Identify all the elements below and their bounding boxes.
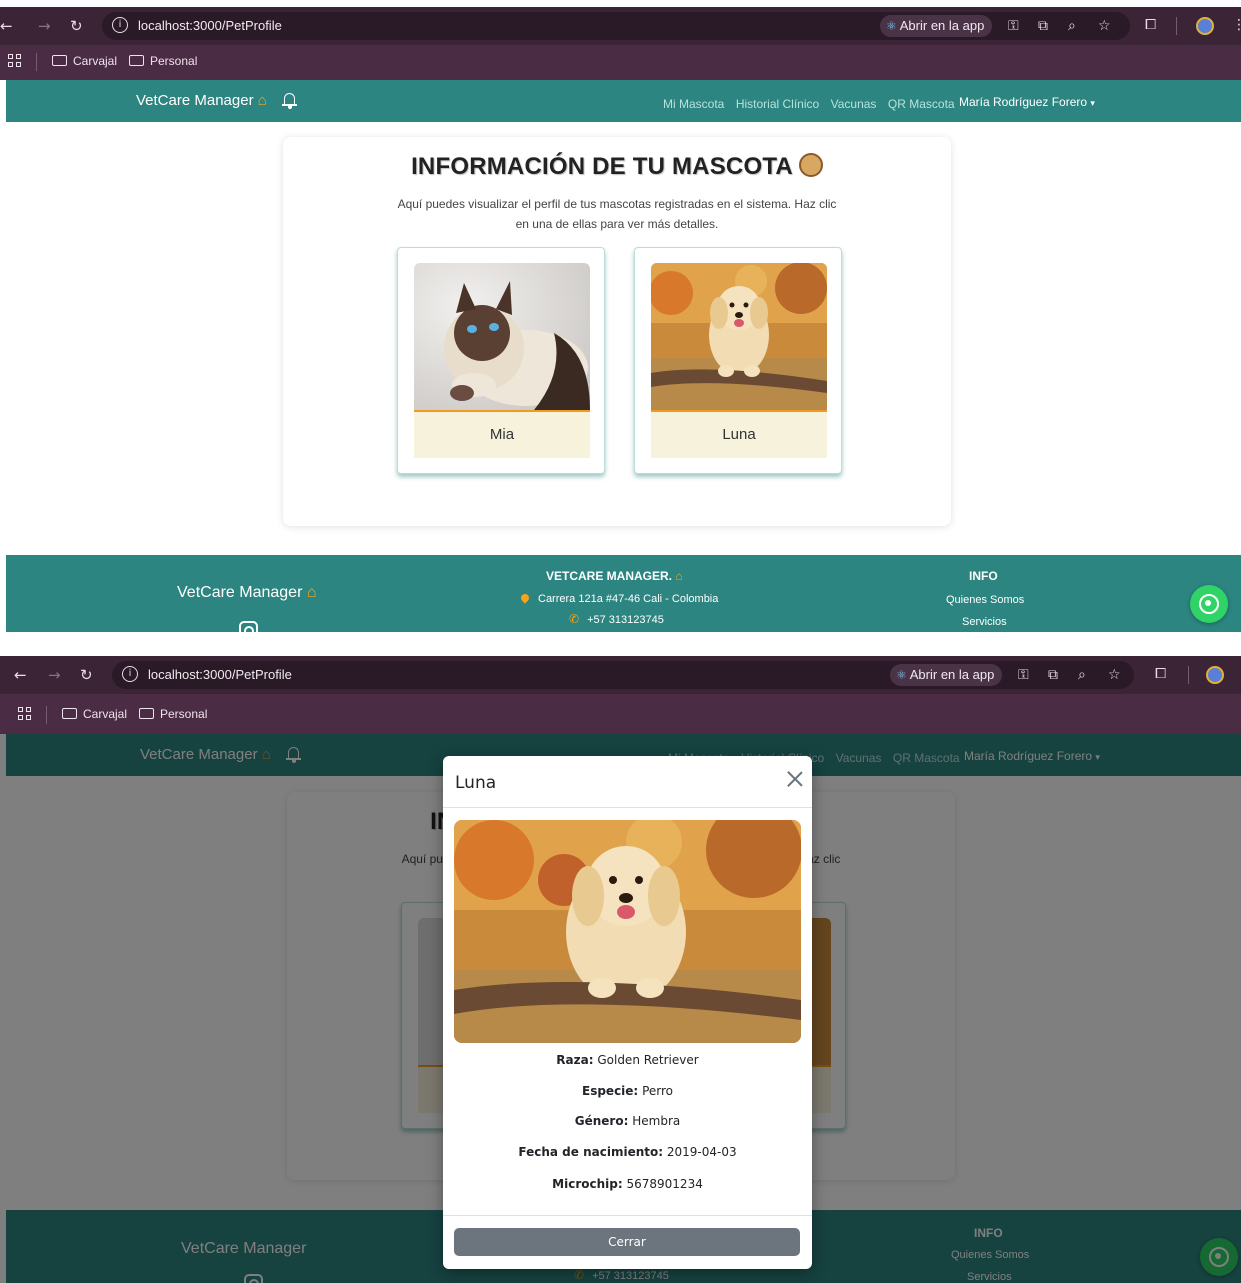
pet-name-mia: Mia xyxy=(489,426,515,443)
bookmark-star-icon[interactable]: ☆ xyxy=(1098,18,1111,34)
footer-phone: ✆+57 313123745 xyxy=(569,612,664,626)
bookmarks-divider xyxy=(36,53,37,71)
pet-name-luna: Luna xyxy=(722,426,756,443)
extensions-icon[interactable]: ⧠ xyxy=(1145,17,1156,33)
footer-link-servicios[interactable]: Servicios xyxy=(962,616,1007,628)
url-text: localhost:3000/PetProfile xyxy=(148,667,292,682)
toolbar-divider xyxy=(1176,17,1177,35)
react-icon: ⚛ xyxy=(886,19,897,33)
footer-company-title: VETCARE MANAGER. ⌂ xyxy=(546,569,683,583)
open-in-app-button[interactable]: ⚛ Abrir en la app xyxy=(880,15,993,37)
forward-icon[interactable]: → xyxy=(48,666,61,684)
instagram-icon[interactable] xyxy=(239,621,258,632)
dog-house-icon: ⌂ xyxy=(306,584,317,601)
detail-breed: Raza: Golden Retriever xyxy=(556,1053,699,1067)
modal-pet-photo xyxy=(454,820,801,1043)
footer-address: Carrera 121a #47-46 Cali - Colombia xyxy=(519,592,718,605)
modal-header: Luna xyxy=(443,756,812,808)
page-description: Aquí puedes visualizar el perfil de tus … xyxy=(397,197,837,231)
profile-avatar-icon[interactable] xyxy=(1196,17,1214,35)
translate-icon[interactable]: ⧉ xyxy=(1038,18,1048,34)
reload-icon[interactable]: ↻ xyxy=(80,666,93,684)
profile-avatar-icon[interactable] xyxy=(1206,666,1224,684)
folder-icon xyxy=(52,55,67,66)
apps-grid-icon[interactable] xyxy=(18,707,32,721)
bookmarks-bar: Carvajal Personal xyxy=(0,45,1241,80)
dog-house-icon: ⌂ xyxy=(675,569,683,583)
pet-info-card: INFORMACIÓN DE TU MASCOTA Aquí puedes vi… xyxy=(283,137,951,526)
nav-brand[interactable]: VetCare Manager ⌂ xyxy=(136,92,267,109)
whatsapp-icon[interactable] xyxy=(1190,585,1228,623)
bookmark-personal[interactable]: Personal xyxy=(139,707,207,721)
detail-microchip: Microchip: 5678901234 xyxy=(552,1177,703,1191)
footer-link-quienes-somos[interactable]: Quienes Somos xyxy=(946,594,1024,606)
zoom-icon[interactable]: ⌕ xyxy=(1078,667,1086,683)
phone-icon: ✆ xyxy=(569,612,580,626)
site-info-icon[interactable]: i xyxy=(122,666,138,682)
site-footer: VetCare Manager ⌂ VETCARE MANAGER. ⌂ Car… xyxy=(6,555,1241,632)
reload-icon[interactable]: ↻ xyxy=(70,17,83,35)
dog-face-icon xyxy=(798,153,823,177)
folder-icon xyxy=(62,708,77,719)
footer-brand: VetCare Manager ⌂ xyxy=(177,584,317,601)
detail-gender: Género: Hembra xyxy=(574,1114,681,1128)
browser-menu-icon[interactable]: ⋮ xyxy=(1232,17,1241,33)
bookmarks-bar: Carvajal Personal xyxy=(0,694,1241,734)
nav-link-vacunas[interactable]: Vacunas xyxy=(831,97,877,111)
back-icon[interactable]: ← xyxy=(0,17,13,35)
detail-species: Especie: Perro xyxy=(582,1084,673,1098)
close-icon[interactable] xyxy=(786,770,804,788)
bookmarks-divider xyxy=(46,706,47,724)
pet-name-band: Luna xyxy=(651,412,827,458)
bookmark-carvajal[interactable]: Carvajal xyxy=(52,54,117,68)
open-in-app-button[interactable]: ⚛ Abrir en la app xyxy=(890,664,1003,686)
pet-photo-luna xyxy=(651,263,827,410)
location-pin-icon xyxy=(519,592,531,604)
pet-name-band: Mia xyxy=(414,412,590,458)
react-icon: ⚛ xyxy=(896,668,907,682)
back-icon[interactable]: ← xyxy=(14,666,27,684)
chevron-down-icon: ▾ xyxy=(1090,99,1095,109)
nav-links: Mi Mascota Historial Clínico Vacunas QR … xyxy=(663,95,962,113)
bookmark-star-icon[interactable]: ☆ xyxy=(1108,667,1121,683)
bookmark-carvajal[interactable]: Carvajal xyxy=(62,707,127,721)
bookmark-personal[interactable]: Personal xyxy=(129,54,197,68)
pet-photo-mia xyxy=(414,263,590,410)
site-info-icon[interactable]: i xyxy=(112,17,128,33)
translate-icon[interactable]: ⧉ xyxy=(1048,667,1058,683)
nav-link-mi-mascota[interactable]: Mi Mascota xyxy=(663,97,724,111)
footer-info-title: INFO xyxy=(969,569,998,583)
password-key-icon[interactable]: ⚿ xyxy=(1018,667,1029,683)
pet-detail-modal-screenshot: ← → ↻ i localhost:3000/PetProfile ⚛ Abrir… xyxy=(0,656,1241,1283)
page-title: INFORMACIÓN DE TU MASCOTA xyxy=(283,153,951,181)
zoom-icon[interactable]: ⌕ xyxy=(1068,18,1076,34)
toolbar-divider xyxy=(1188,666,1189,684)
password-key-icon[interactable]: ⚿ xyxy=(1008,18,1019,34)
pet-detail-modal: Luna Raza: Golden Retriever Especie: Per… xyxy=(443,756,812,1269)
app-navbar: VetCare Manager ⌂ Mi Mascota Historial C… xyxy=(6,80,1241,122)
extensions-icon[interactable]: ⧠ xyxy=(1155,666,1166,682)
address-bar[interactable]: i localhost:3000/PetProfile ⚛ Abrir en la… xyxy=(112,661,1134,689)
browser-toolbar: ← → ↻ i localhost:3000/PetProfile ⚛ Abrir… xyxy=(0,7,1241,45)
bell-icon[interactable] xyxy=(282,92,297,109)
nav-link-qr-mascota[interactable]: QR Mascota xyxy=(888,97,955,111)
folder-icon xyxy=(129,55,144,66)
url-text: localhost:3000/PetProfile xyxy=(138,18,282,33)
forward-icon[interactable]: → xyxy=(38,17,51,35)
apps-grid-icon[interactable] xyxy=(8,54,22,68)
user-menu-dropdown[interactable]: María Rodríguez Forero ▾ xyxy=(959,95,1095,109)
pet-card-luna[interactable]: Luna xyxy=(634,247,842,474)
pet-card-mia[interactable]: Mia xyxy=(397,247,605,474)
address-bar[interactable]: i localhost:3000/PetProfile ⚛ Abrir en la… xyxy=(102,12,1130,40)
modal-footer: Cerrar xyxy=(443,1215,812,1269)
screenshot-separator xyxy=(0,632,1241,656)
dog-house-icon: ⌂ xyxy=(257,92,267,109)
nav-link-historial-clinico[interactable]: Historial Clínico xyxy=(736,97,819,111)
pet-profile-page-screenshot: ← → ↻ i localhost:3000/PetProfile ⚛ Abrir… xyxy=(0,0,1241,632)
detail-birth-date: Fecha de nacimiento: 2019-04-03 xyxy=(518,1145,737,1159)
folder-icon xyxy=(139,708,154,719)
modal-title: Luna xyxy=(455,773,497,793)
close-modal-button[interactable]: Cerrar xyxy=(454,1228,800,1256)
browser-toolbar: ← → ↻ i localhost:3000/PetProfile ⚛ Abrir… xyxy=(0,656,1241,694)
